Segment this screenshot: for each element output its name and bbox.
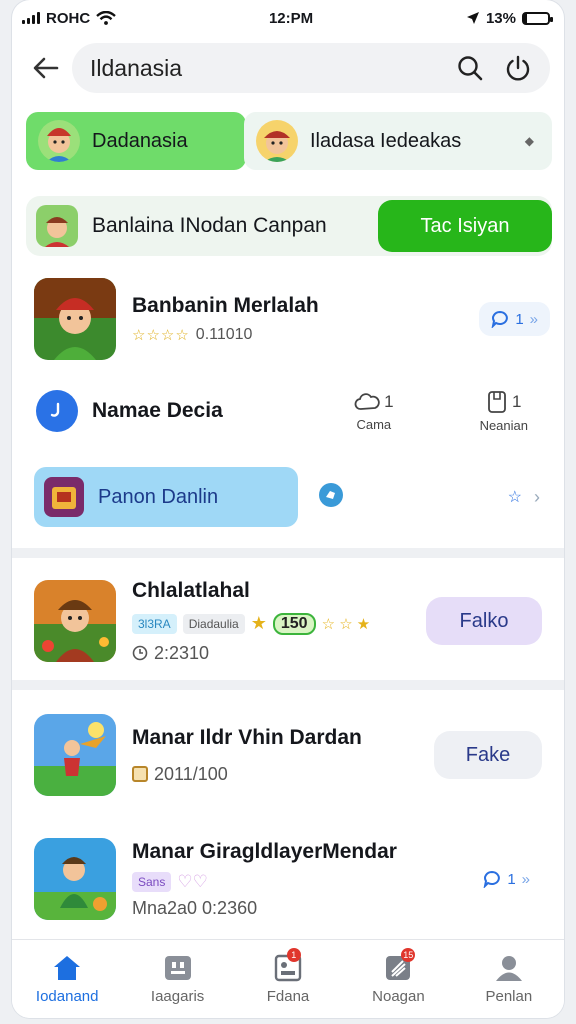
app-meta: 2:2310	[154, 642, 210, 663]
tab-label: Iaagaris	[150, 987, 205, 1005]
stat-value: 1	[384, 391, 394, 411]
rating-text: 0.11010	[195, 326, 253, 343]
comment-count: 1	[515, 310, 524, 328]
avatar-icon	[36, 205, 78, 247]
double-chevron-icon: »	[521, 870, 530, 888]
clock: 12:PM	[268, 9, 314, 27]
promo-label: Panon Danlin	[98, 485, 219, 508]
list-item[interactable]: Manar GiragldlayerMendar Sans ♡♡ Mna2a0 …	[34, 836, 542, 922]
comment-chip[interactable]: 1 »	[471, 862, 542, 896]
comment-count: 1	[507, 870, 516, 888]
meta-row: Namae Decia 1 Cama 1 Neanian	[36, 380, 550, 442]
signal-icon	[22, 12, 40, 24]
grid-icon	[164, 955, 191, 980]
blue-badge-icon	[318, 482, 344, 513]
app-thumbnail	[34, 580, 116, 662]
info-icon	[36, 390, 78, 432]
tab-categories[interactable]: Iaagaris	[122, 940, 232, 1018]
battery-icon	[521, 11, 553, 25]
notification-badge: 15	[401, 948, 416, 962]
bookmark-icon	[488, 390, 506, 413]
stat-label: Neanian	[479, 417, 528, 433]
search-query[interactable]: Ildanasia	[90, 55, 452, 82]
avatar-icon	[38, 120, 80, 162]
tag: 3l3RA	[132, 613, 177, 634]
app-title: Manar GiragldlayerMendar	[132, 839, 397, 863]
tab-fdana[interactable]: 1 Fdana	[233, 940, 343, 1018]
tab-label: Penlan	[485, 987, 533, 1005]
clock-icon	[132, 645, 148, 661]
profile-icon	[495, 955, 522, 981]
falko-button[interactable]: Falko	[426, 597, 542, 645]
comment-chip[interactable]: 1 »	[479, 302, 550, 336]
app-meta: Mna2a0 0:2360	[132, 897, 258, 918]
tag: Diadaulia	[182, 613, 245, 634]
rating-stars: ☆☆☆☆	[132, 327, 190, 344]
search-bar[interactable]: Ildanasia	[72, 43, 550, 93]
search-icon[interactable]	[452, 50, 488, 86]
banner-action-button[interactable]: Tac Isiyan	[378, 200, 552, 252]
star-icon[interactable]: ☆	[508, 487, 522, 507]
chevron-right-icon[interactable]: ›	[534, 487, 540, 508]
search-row: Ildanasia	[26, 42, 550, 94]
chip-row: Dadanasia I​ladasa Iedeakas ◆	[26, 112, 552, 170]
comment-icon	[483, 870, 501, 888]
list-item[interactable]: Chlalatlahal 3l3RA Diadaulia ★ 150 ☆ ☆ ★…	[34, 578, 542, 664]
app-meta: 2011/100	[154, 763, 228, 784]
status-bar: ROHC 12:PM 13%	[12, 0, 564, 36]
calendar-icon	[132, 766, 148, 782]
bottom-tab-bar: Iodanand Iaagaris 1 Fdana 15 Noagan Penl…	[12, 939, 564, 1018]
banner-text: Banlaina INodan Canpan	[92, 214, 327, 237]
cloud-icon	[354, 392, 380, 410]
battery-percent: 13%	[485, 9, 516, 27]
notification-badge: 1	[286, 948, 301, 962]
stat-cama[interactable]: 1 Cama	[354, 391, 394, 432]
carrier-label: ROHC	[46, 9, 91, 27]
app-thumbnail	[34, 714, 116, 796]
wifi-icon	[96, 11, 116, 25]
promo-row: Panon Danlin ☆ ›	[34, 466, 550, 528]
chip-label: Dadanasia	[92, 129, 188, 152]
app-thumbnail	[34, 278, 116, 360]
tab-profile[interactable]: Penlan	[454, 940, 564, 1018]
app-frame: ROHC 12:PM 13% Ildanasia	[12, 0, 564, 1018]
divider	[12, 680, 564, 690]
back-arrow-icon[interactable]	[26, 48, 66, 88]
app-title: Chlalatlahal	[132, 578, 250, 602]
list-item[interactable]: Banbanin Merlalah ☆☆☆☆ 0.11010 1 »	[34, 276, 550, 362]
tab-home[interactable]: Iodanand	[12, 940, 122, 1018]
double-chevron-icon: »	[529, 310, 538, 328]
star-icon: ★	[250, 613, 267, 633]
stat-value: 1	[512, 391, 522, 411]
power-icon[interactable]	[500, 50, 536, 86]
meta-name: Namae Decia	[92, 399, 223, 422]
chip-dadanasia[interactable]: Dadanasia	[26, 112, 246, 170]
tab-noagan[interactable]: 15 Noagan	[343, 940, 453, 1018]
tab-label: Iodanand	[35, 987, 99, 1005]
comment-icon	[491, 310, 509, 328]
avatar-icon	[256, 120, 298, 162]
home-icon	[54, 955, 81, 980]
list-item[interactable]: Manar Ildr Vhin Dardan 2011/100 Fake	[34, 712, 542, 798]
chip-ladasa[interactable]: I​ladasa Iedeakas ◆	[244, 112, 552, 170]
star-rating: ☆ ☆ ★	[321, 615, 371, 633]
chip-label: I​ladasa Iedeakas	[310, 129, 462, 152]
promo-button[interactable]: Panon Danlin	[34, 467, 298, 527]
app-thumbnail	[34, 838, 116, 920]
fake-button[interactable]: Fake	[434, 731, 542, 779]
tag: Sans	[132, 871, 172, 892]
app-title: Manar Ildr Vhin Dardan	[132, 725, 362, 749]
promo-thumbnail	[44, 477, 84, 517]
app-title: Banbanin Merlalah	[132, 294, 319, 317]
promo-banner: Banlaina INodan Canpan Tac Isiyan	[26, 196, 552, 256]
divider	[12, 548, 564, 558]
score-badge: 150	[272, 612, 316, 635]
stat-neanian[interactable]: 1 Neanian	[480, 390, 528, 433]
tab-label: Fdana	[266, 987, 310, 1005]
stat-label: Cama	[356, 416, 392, 432]
diamond-icon: ◆	[524, 134, 534, 148]
tab-label: Noagan	[372, 987, 425, 1005]
location-icon	[466, 12, 479, 24]
heart-icon: ♡♡	[177, 871, 208, 891]
